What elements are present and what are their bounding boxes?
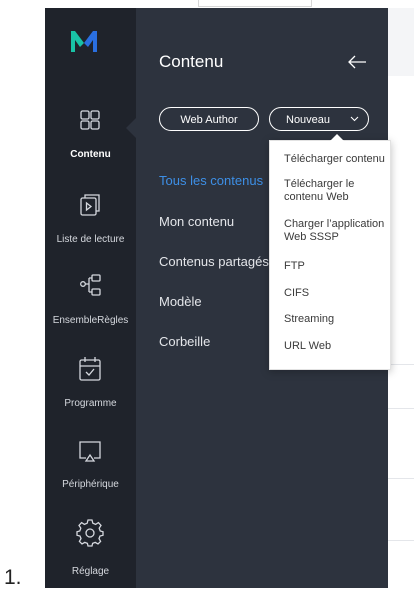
sidebar-item-label: Contenu	[70, 149, 111, 160]
nouveau-button-label: Nouveau	[286, 114, 331, 126]
category-tous-les-contenus[interactable]: Tous les contenus	[159, 173, 263, 188]
menu-item-telecharger-contenu-web[interactable]: Télécharger le contenu Web	[284, 178, 389, 204]
sidebar-item-label: Liste de lecture	[56, 234, 125, 245]
playlist-icon	[80, 194, 100, 216]
chevron-down-icon	[350, 116, 359, 122]
sidebar-item-label: Programme	[64, 398, 117, 409]
web-author-button[interactable]: Web Author	[159, 107, 259, 131]
nouveau-dropdown-button[interactable]: Nouveau	[269, 107, 369, 131]
sidebar-item-label: Réglage	[71, 566, 110, 577]
category-corbeille[interactable]: Corbeille	[159, 334, 210, 349]
category-modele[interactable]: Modèle	[159, 294, 202, 309]
sidebar-item-contenu[interactable]: Contenu	[45, 106, 136, 184]
sidebar-item-peripherique[interactable]: Périphérique	[45, 436, 136, 514]
background-content-area	[388, 8, 414, 588]
sidebar-item-programme[interactable]: Programme	[45, 354, 136, 432]
background-row-divider	[388, 364, 414, 365]
background-row-divider	[388, 540, 414, 541]
rules-tree-icon	[80, 274, 101, 296]
sidebar-item-liste-de-lecture[interactable]: Liste de lecture	[45, 190, 136, 268]
background-row-divider	[388, 408, 414, 409]
gear-icon	[76, 519, 104, 547]
nouveau-dropdown-menu: Télécharger contenu Télécharger le conte…	[269, 134, 391, 370]
sidebar: Contenu Liste de lecture EnsembleRègles	[45, 8, 136, 588]
category-contenus-partages[interactable]: Contenus partagés	[159, 254, 269, 269]
menu-item-telecharger-contenu[interactable]: Télécharger contenu	[284, 153, 389, 166]
menu-item-streaming[interactable]: Streaming	[284, 313, 389, 326]
back-arrow-icon[interactable]	[346, 54, 368, 70]
list-marker: 1.	[4, 566, 22, 589]
category-mon-contenu[interactable]: Mon contenu	[159, 214, 234, 229]
calendar-icon	[79, 357, 101, 381]
panel-title: Contenu	[159, 52, 224, 71]
magicinfo-logo-icon	[71, 31, 97, 52]
menu-item-charger-application-web-sssp[interactable]: Charger l’application Web SSSP	[284, 218, 389, 244]
top-window-edge	[198, 0, 312, 7]
sidebar-item-label: Périphérique	[62, 479, 119, 490]
sidebar-item-ensemble-regles[interactable]: EnsembleRègles	[45, 270, 136, 348]
background-header-band	[388, 8, 414, 76]
background-row-divider	[388, 478, 414, 479]
menu-item-ftp[interactable]: FTP	[284, 260, 389, 273]
display-device-icon	[79, 441, 101, 462]
menu-item-cifs[interactable]: CIFS	[284, 287, 389, 300]
menu-item-url-web[interactable]: URL Web	[284, 340, 389, 353]
sidebar-item-label: EnsembleRègles	[52, 315, 129, 326]
grid-icon	[80, 110, 100, 130]
sidebar-item-reglage[interactable]: Réglage	[45, 518, 136, 588]
